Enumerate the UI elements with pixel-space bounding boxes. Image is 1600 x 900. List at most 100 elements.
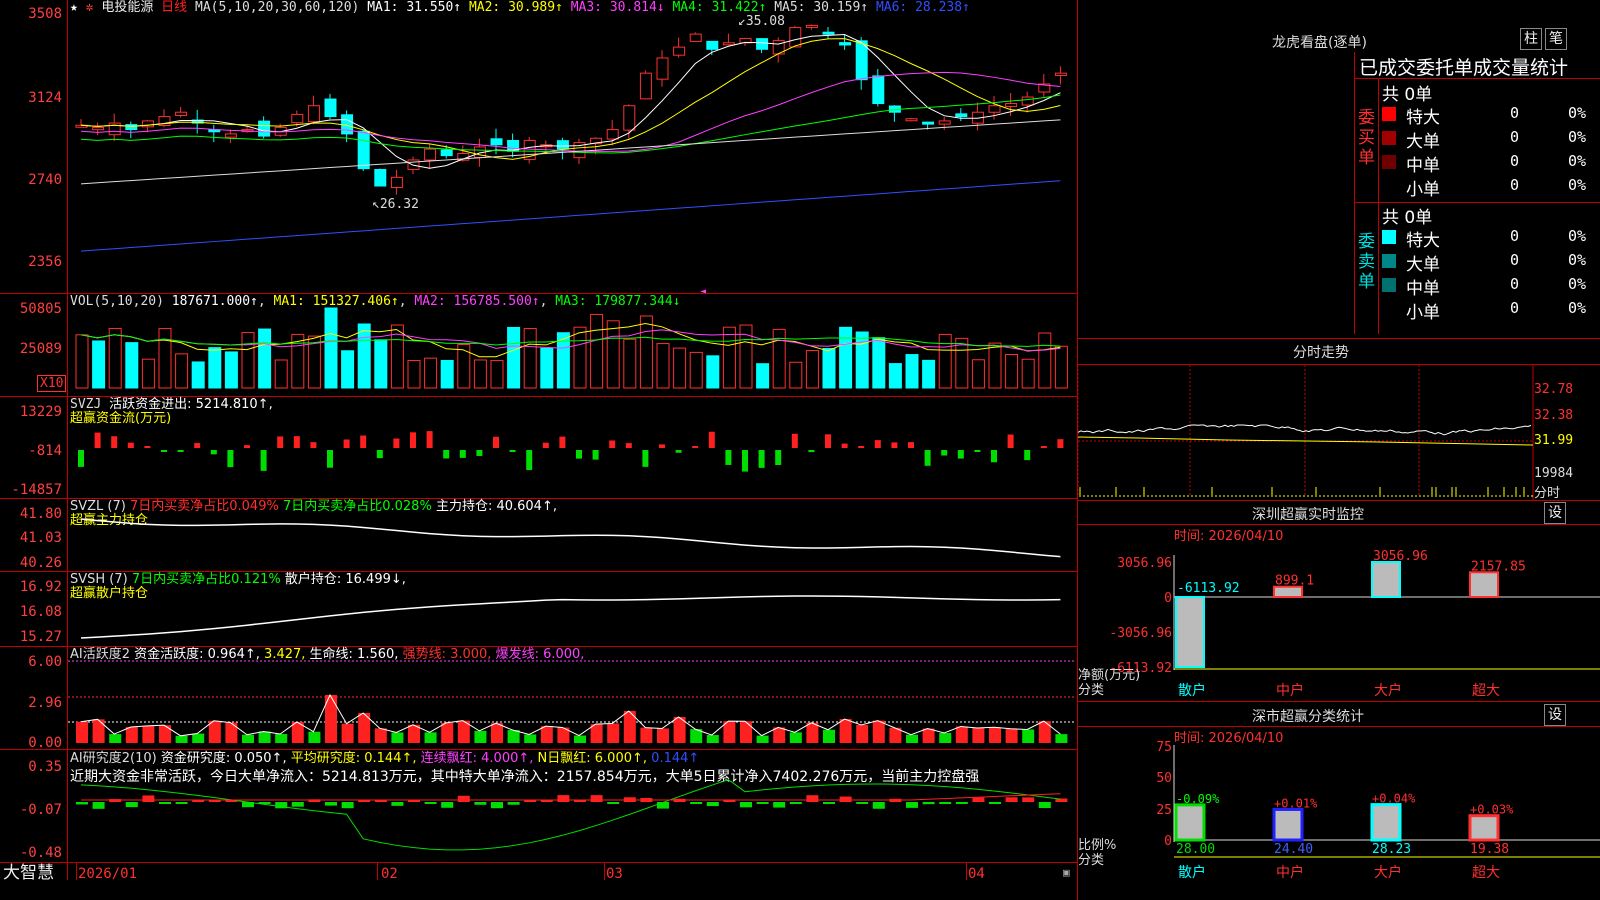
tick-view-button[interactable]: 笔 xyxy=(1545,28,1567,50)
activity-bar xyxy=(524,734,537,743)
order-name: 特大 xyxy=(1406,231,1440,251)
volume-bar xyxy=(274,359,288,389)
dragon-title: 龙虎看盘(逐单) xyxy=(1272,35,1367,51)
activity-bar xyxy=(756,735,769,743)
cls-title: 深市超赢分类统计 xyxy=(1252,709,1364,725)
sell-char: 卖 xyxy=(1358,252,1375,272)
cls-bar xyxy=(1370,803,1402,842)
sz-monitor-chart[interactable]: 3056.960-3056.96-6113.92-6113.92散户899.1中… xyxy=(1078,525,1600,700)
candle xyxy=(706,40,719,50)
volume-bar xyxy=(407,359,421,389)
order-row: 中单 0 0% xyxy=(1382,151,1600,176)
brand-logo: 大智慧 xyxy=(3,863,54,883)
flow-bar xyxy=(758,450,765,468)
activity-bar xyxy=(1005,728,1018,743)
volume-bar xyxy=(888,363,902,389)
candle xyxy=(390,176,403,189)
date-label: 03 xyxy=(606,866,623,882)
sell-total: 共 0单 xyxy=(1382,208,1433,228)
buy-total: 共 0单 xyxy=(1382,85,1433,105)
flow-bar xyxy=(459,450,466,458)
cls-change-label: +0.01% xyxy=(1274,796,1318,810)
volume-bar xyxy=(805,350,819,389)
order-value: 0 xyxy=(1510,251,1520,269)
sz-settings-button[interactable]: 设 xyxy=(1544,502,1566,524)
retail-position-line xyxy=(80,595,1061,639)
activity-bar xyxy=(491,723,503,743)
flow-bar xyxy=(1057,439,1064,448)
order-value: 0 xyxy=(1510,128,1520,146)
flow-bar xyxy=(360,435,367,448)
cls-unit2: 分类 xyxy=(1078,853,1105,868)
flow-bar xyxy=(891,442,898,448)
cls-category: 超大 xyxy=(1472,865,1500,881)
date-label: 2026/01 xyxy=(78,866,138,882)
order-pct: 0% xyxy=(1568,104,1587,122)
volume-chart[interactable]: ◄ xyxy=(0,286,1077,396)
volume-bar xyxy=(938,333,952,389)
flow-bar xyxy=(144,446,151,448)
order-pct: 0% xyxy=(1568,299,1587,317)
research-bar xyxy=(972,797,985,802)
activity-bar xyxy=(856,724,869,743)
cls-y-label: 50 xyxy=(1156,771,1172,786)
intraday-label: 19984 xyxy=(1534,466,1574,481)
candle xyxy=(307,105,320,123)
buy-char: 单 xyxy=(1358,148,1375,168)
candle xyxy=(623,105,636,131)
cls-bar xyxy=(1468,814,1500,842)
volume-bar xyxy=(507,326,521,389)
activity-bar xyxy=(1055,734,1068,743)
marker: ◄ xyxy=(700,286,706,297)
candle xyxy=(639,72,652,100)
volume-bar xyxy=(639,315,653,389)
intraday-label: 32.78 xyxy=(1534,382,1574,397)
research-bar xyxy=(856,802,869,804)
research-bar xyxy=(92,802,105,809)
sell-side-label: 委 卖 单 xyxy=(1358,232,1376,292)
flow-bar xyxy=(692,446,699,448)
activity-bar xyxy=(839,719,852,743)
cls-settings-button[interactable]: 设 xyxy=(1544,704,1566,726)
activity-chart[interactable] xyxy=(0,647,1077,749)
research-bar xyxy=(325,802,337,806)
research-bar xyxy=(142,795,155,802)
order-value: 0 xyxy=(1510,152,1520,170)
flow-bar xyxy=(708,431,715,448)
activity-bar xyxy=(374,728,387,743)
lock-icon[interactable]: ▣ xyxy=(1063,866,1070,879)
volume-bar xyxy=(756,363,770,389)
activity-bar xyxy=(142,725,155,743)
column-view-button[interactable]: 柱 xyxy=(1520,28,1542,50)
fund-flow-chart[interactable] xyxy=(0,397,1077,498)
activity-bar xyxy=(607,723,620,743)
flow-bar xyxy=(775,450,782,466)
main-position-chart[interactable] xyxy=(0,499,1077,571)
research-bar xyxy=(441,802,454,808)
cls-border xyxy=(1078,701,1600,702)
volume-bar xyxy=(92,340,106,389)
research-chart[interactable] xyxy=(0,750,1077,862)
research-bar xyxy=(125,802,138,808)
classification-chart[interactable]: 75 50 25 0 -0.09% 28.00 散户 +0.01% 24.40 中户 +0.04% 2… xyxy=(1078,727,1600,900)
flow-bar xyxy=(210,450,217,455)
candlestick-chart[interactable] xyxy=(0,0,1077,293)
sz-border xyxy=(1078,500,1600,501)
research-bar xyxy=(159,802,171,804)
right-panel: 龙虎看盘(逐单) 柱 笔 已成交委托单成交量统计 委 买 单 委 卖 单 共 0… xyxy=(1077,0,1600,900)
candle xyxy=(606,129,619,140)
sell-char: 单 xyxy=(1358,272,1375,292)
intraday-chart[interactable] xyxy=(1077,365,1600,500)
research-bar xyxy=(424,802,437,804)
flow-bar xyxy=(310,442,317,448)
flow-bar xyxy=(592,450,599,460)
retail-position-chart[interactable] xyxy=(0,572,1077,646)
volume-bar xyxy=(1005,354,1019,389)
ma5-line xyxy=(80,119,1061,185)
volume-bar xyxy=(922,359,936,389)
main-position-line xyxy=(80,518,1061,558)
order-name: 大单 xyxy=(1406,255,1440,275)
volume-bar xyxy=(457,343,471,389)
sz-y-label: 0 xyxy=(1164,591,1172,606)
activity-bar xyxy=(441,722,454,743)
